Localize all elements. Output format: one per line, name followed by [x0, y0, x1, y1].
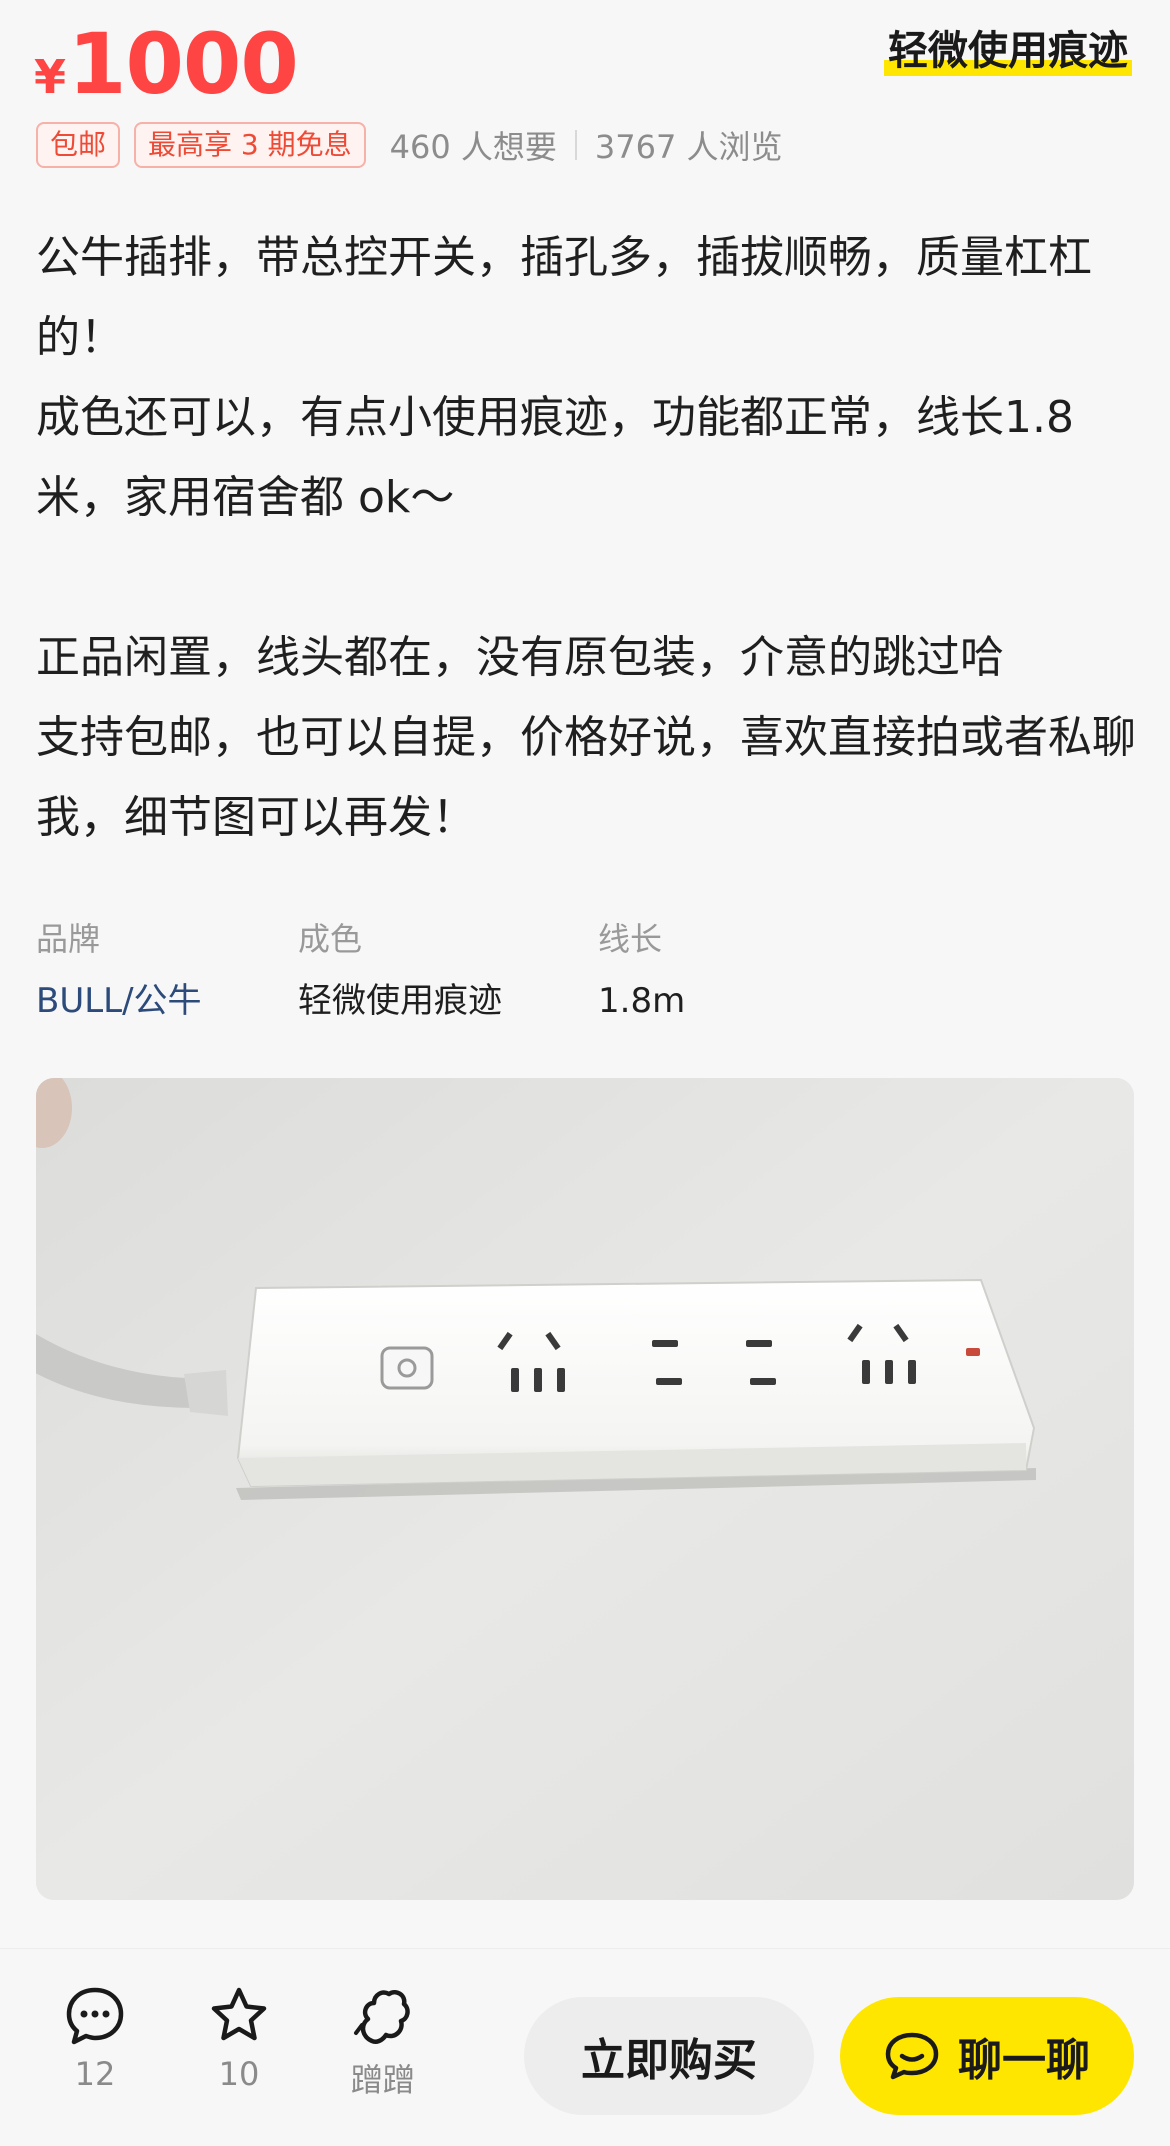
item-description: 公牛插排，带总控开关，插孔多，插拔顺畅，质量杠杠的！ 成色还可以，有点小使用痕迹…	[36, 218, 1146, 858]
buy-now-button[interactable]: 立即购买	[524, 1997, 814, 2115]
condition-badge: 轻微使用痕迹	[884, 26, 1132, 76]
currency-symbol: ¥	[34, 50, 67, 104]
chat-icon	[885, 2032, 939, 2080]
description-line: 公牛插排，带总控开关，插孔多，插拔顺畅，质量杠杠的！	[36, 232, 1092, 363]
nudge-icon	[354, 1989, 410, 2044]
views-count: 3767 人浏览	[594, 128, 783, 166]
spec-value: 轻微使用痕迹	[298, 981, 502, 1021]
spec-cable-length: 线长 1.8m	[598, 908, 798, 1032]
tag-row: 包邮 最高享 3 期免息 460 人想要 3767 人浏览	[36, 122, 783, 168]
spec-condition: 成色 轻微使用痕迹	[298, 908, 598, 1032]
spec-key: 成色	[298, 920, 363, 958]
stat-divider	[574, 130, 577, 160]
spec-key: 线长	[598, 920, 663, 958]
power-strip-photo	[36, 1078, 1134, 1900]
spec-table: 品牌 BULL/公牛 成色 轻微使用痕迹 线长 1.8m	[36, 908, 798, 1032]
bottom-action-bar: 12 10 蹭蹭 立即购买 聊一聊	[0, 1948, 1170, 2146]
chat-button-label: 聊一聊	[958, 2035, 1090, 2086]
spec-brand: 品牌 BULL/公牛	[36, 908, 298, 1032]
comment-icon	[66, 1987, 124, 2045]
nudge-label: 蹭蹭	[350, 2061, 415, 2099]
spec-value: 1.8m	[598, 981, 686, 1021]
brand-link[interactable]: BULL/公牛	[36, 970, 298, 1032]
price-value: 1000	[68, 15, 299, 113]
chat-button[interactable]: 聊一聊	[840, 1997, 1134, 2115]
description-line	[36, 538, 1146, 618]
description-line: 正品闲置，线头都在，没有原包装，介意的跳过哈	[36, 632, 1004, 683]
description-line: 成色还可以，有点小使用痕迹，功能都正常，线长1.8米，家用宿舍都 ok～	[36, 392, 1074, 523]
installment-tag[interactable]: 最高享 3 期免息	[134, 122, 366, 168]
nudge-button[interactable]: 蹭蹭	[328, 1985, 438, 2101]
price: ¥ 1000	[34, 15, 299, 113]
spec-key: 品牌	[36, 920, 101, 958]
product-photo[interactable]	[36, 1078, 1134, 1900]
free-shipping-tag: 包邮	[36, 122, 121, 168]
star-icon	[211, 1987, 267, 2041]
favorite-button[interactable]: 10	[184, 1985, 294, 2093]
wants-count: 460 人想要	[389, 128, 557, 166]
comment-button[interactable]: 12	[40, 1985, 150, 2093]
description-line: 支持包邮，也可以自提，价格好说，喜欢直接拍或者私聊我，细节图可以再发！	[36, 712, 1136, 843]
comment-count: 12	[74, 2055, 116, 2093]
price-header: ¥ 1000 轻微使用痕迹 包邮 最高享 3 期免息 460 人想要 3767 …	[0, 0, 1170, 190]
favorite-count: 10	[218, 2055, 260, 2093]
